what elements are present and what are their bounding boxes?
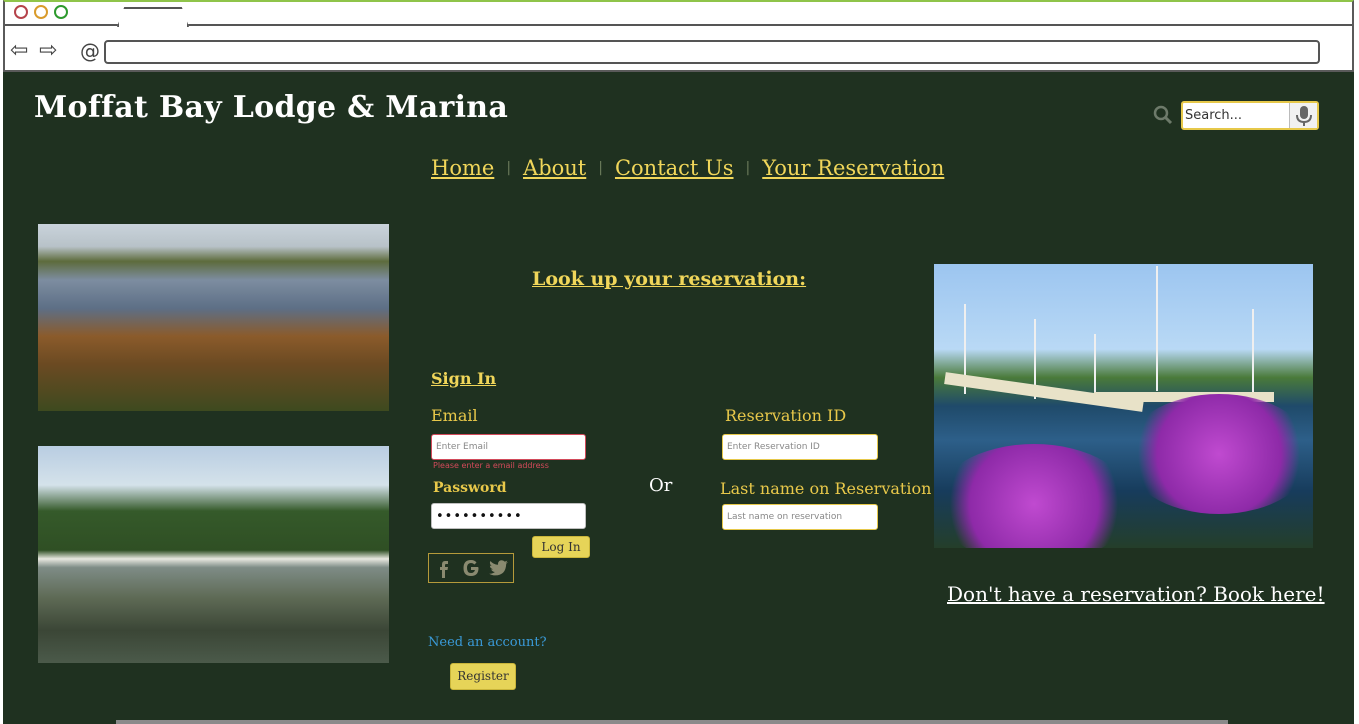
browser-tab[interactable] <box>117 7 189 27</box>
lake-shore-photo <box>38 446 389 663</box>
microphone-button[interactable] <box>1289 103 1317 128</box>
google-icon[interactable] <box>460 557 482 579</box>
reservation-id-field[interactable] <box>722 434 878 460</box>
nav-separator: | <box>745 160 751 176</box>
main-nav: Home | About | Contact Us | Your Reserva… <box>431 156 944 180</box>
nav-your-reservation[interactable]: Your Reservation <box>762 156 944 180</box>
nav-contact-us[interactable]: Contact Us <box>615 156 734 180</box>
marina-photo-autumn <box>38 224 389 411</box>
search-input[interactable] <box>1185 105 1289 126</box>
arrow-left-icon[interactable]: ⇦ <box>10 40 28 62</box>
nav-separator: | <box>598 160 603 176</box>
facebook-icon[interactable] <box>432 557 454 579</box>
email-error-message: Please enter a email address <box>433 461 549 470</box>
login-button[interactable]: Log In <box>532 536 590 558</box>
register-button[interactable]: Register <box>450 663 516 690</box>
arrow-right-icon[interactable]: ⇨ <box>39 40 57 62</box>
browser-chrome: ⇦ ⇨ @ <box>3 0 1354 72</box>
magnifier-icon[interactable] <box>1153 105 1173 125</box>
reload-icon[interactable]: @ <box>80 41 100 61</box>
site-title: Moffat Bay Lodge & Marina <box>34 90 509 125</box>
last-name-label: Last name on Reservation <box>720 479 932 498</box>
close-window-button[interactable] <box>14 5 28 19</box>
need-account-link[interactable]: Need an account? <box>428 635 547 650</box>
maximize-window-button[interactable] <box>54 5 68 19</box>
page-body: Moffat Bay Lodge & Marina Home | About |… <box>3 72 1354 724</box>
nav-separator: | <box>506 160 512 176</box>
email-label: Email <box>431 406 478 425</box>
twitter-icon[interactable] <box>488 557 510 579</box>
horizontal-scrollbar[interactable] <box>116 720 1228 724</box>
search-box <box>1181 101 1319 130</box>
social-login-group <box>428 553 514 583</box>
nav-home[interactable]: Home <box>431 156 494 180</box>
nav-about[interactable]: About <box>523 156 586 180</box>
password-label: Password <box>433 480 507 496</box>
microphone-icon <box>1296 106 1312 126</box>
address-bar[interactable] <box>104 40 1320 64</box>
book-here-link[interactable]: Don't have a reservation? Book here! <box>947 582 1325 606</box>
email-field[interactable] <box>431 434 586 460</box>
or-divider: Or <box>649 475 673 496</box>
last-name-field[interactable] <box>722 504 878 530</box>
minimize-window-button[interactable] <box>34 5 48 19</box>
reservation-id-label: Reservation ID <box>725 406 847 425</box>
docks-flowers-photo <box>934 264 1313 548</box>
tab-strip <box>5 24 1352 26</box>
lookup-title: Look up your reservation: <box>532 268 807 290</box>
password-field[interactable] <box>431 503 586 529</box>
signin-heading[interactable]: Sign In <box>431 369 496 388</box>
